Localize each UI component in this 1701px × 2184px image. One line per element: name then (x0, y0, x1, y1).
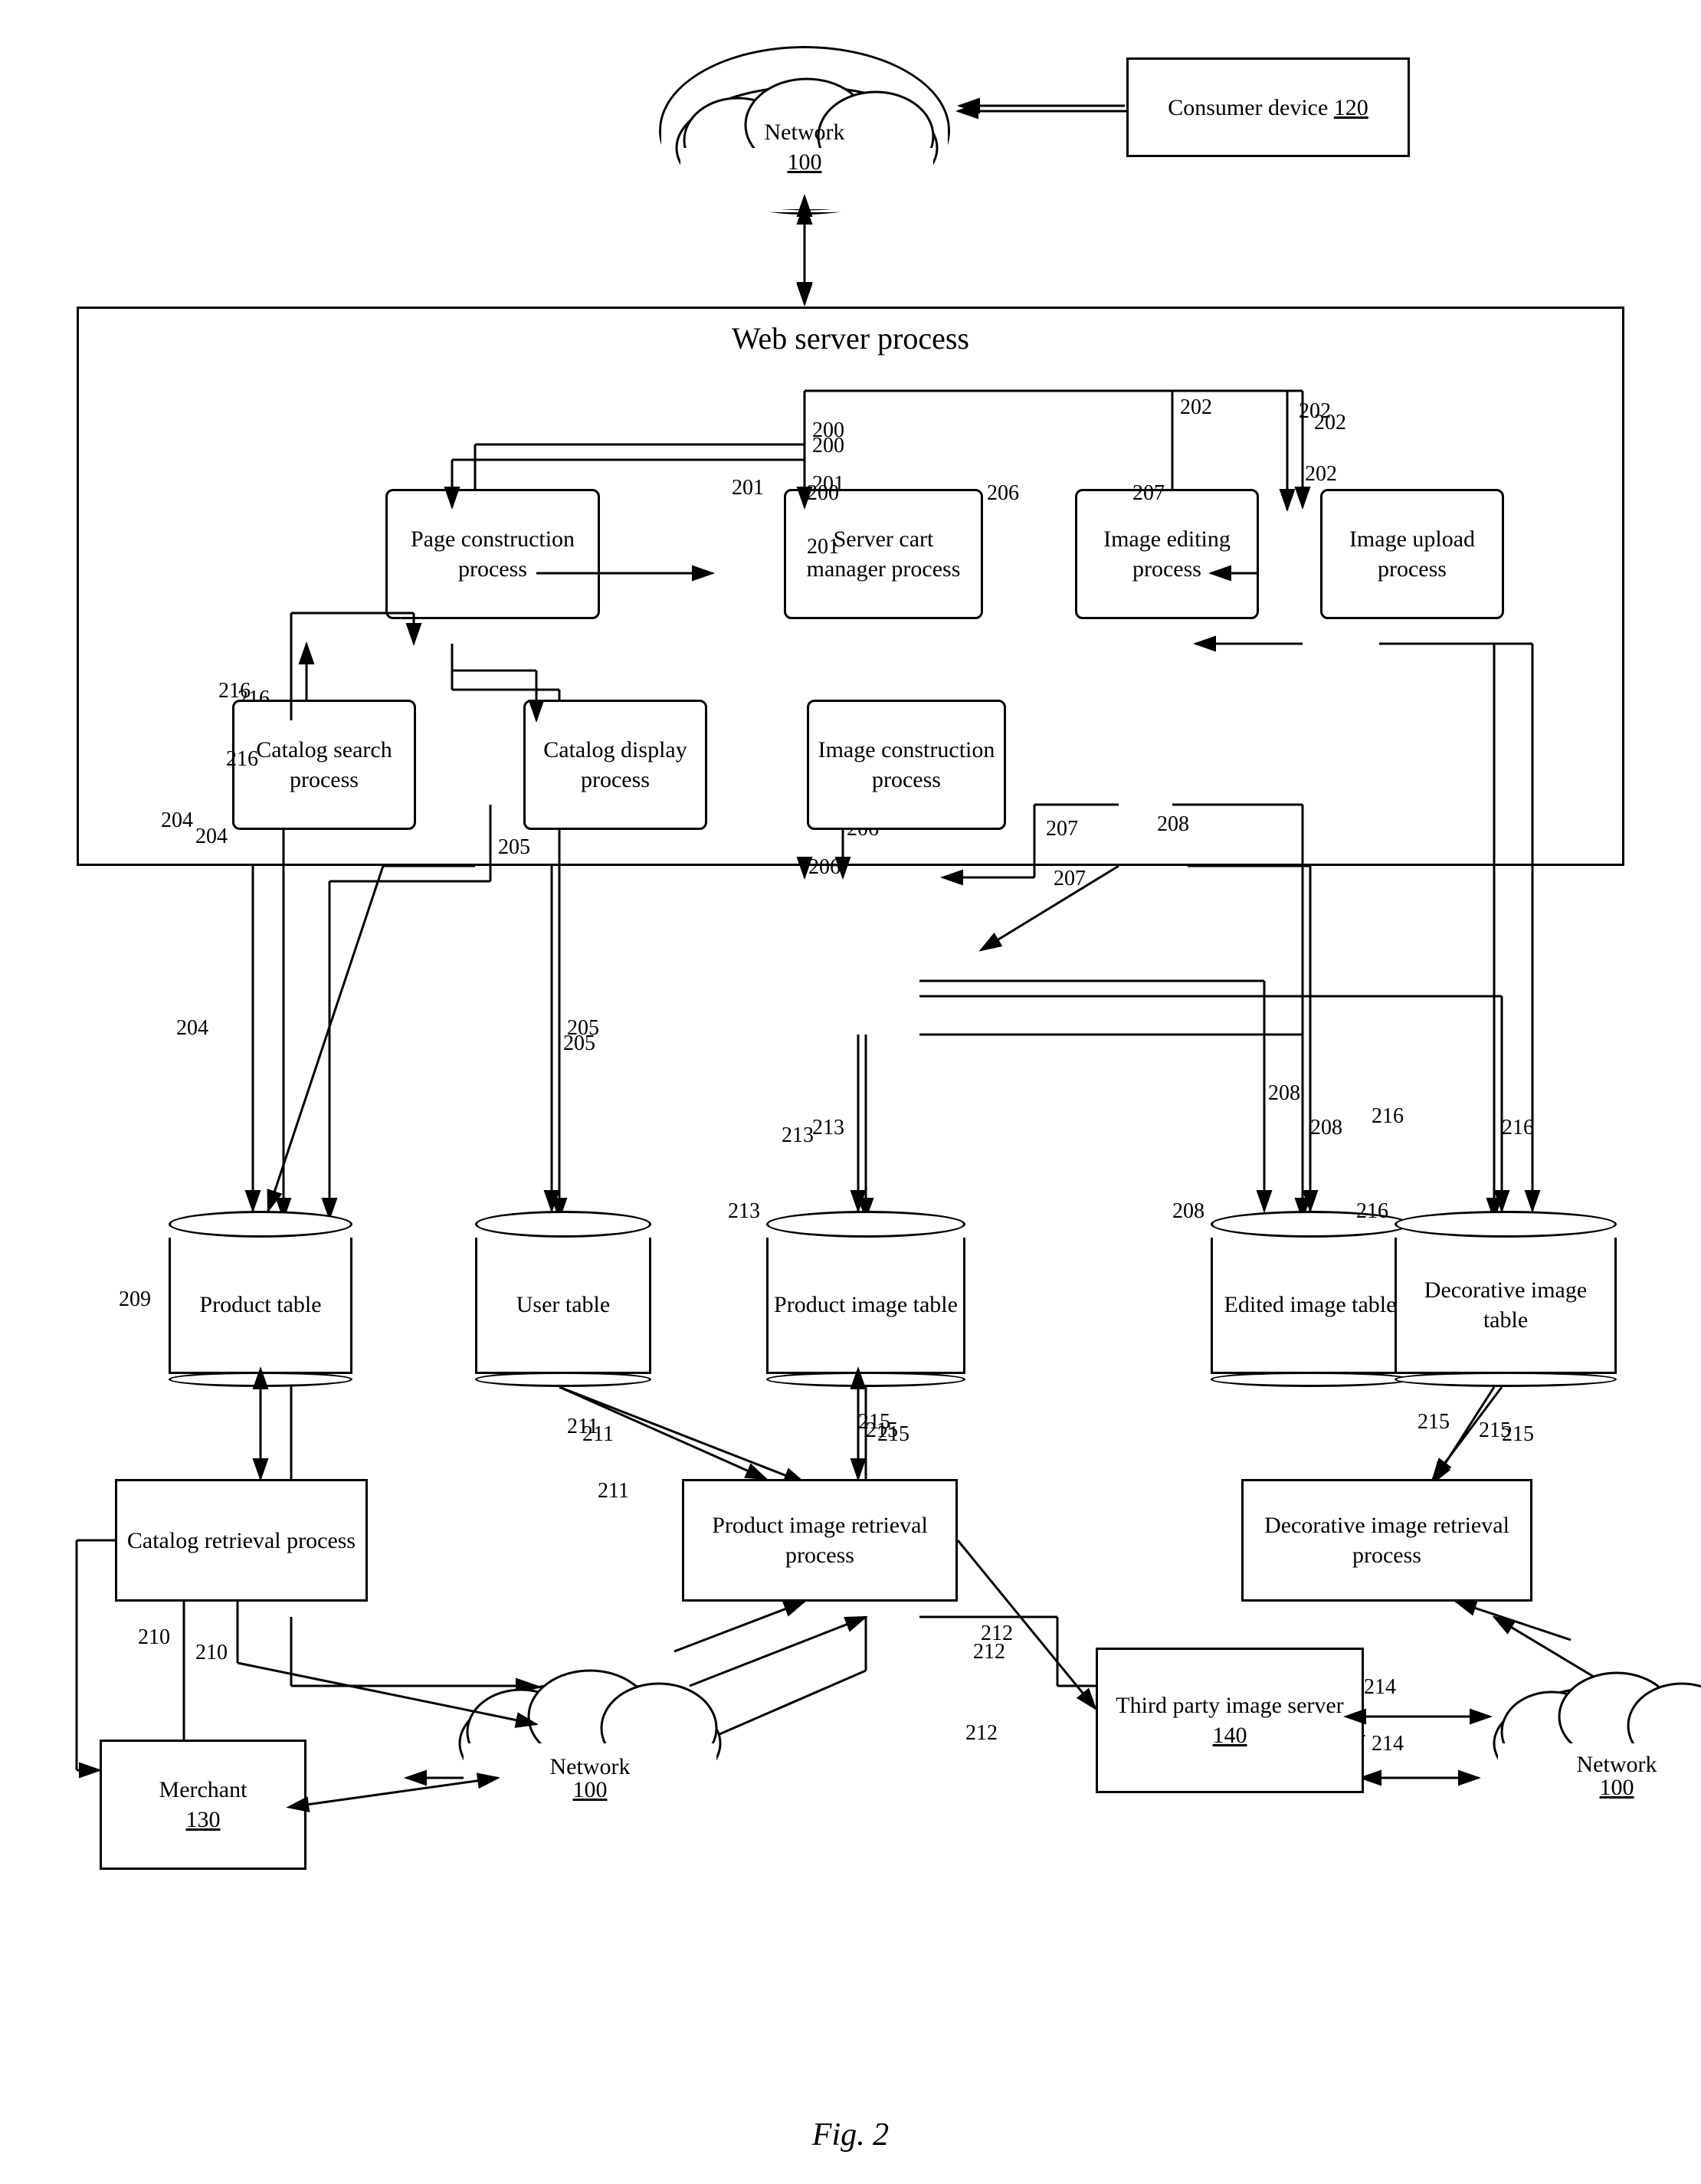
image-upload-box: Image upload process (1320, 489, 1504, 619)
label-216a: 216 (226, 747, 258, 772)
edited-image-table-cylinder: Edited image table (1211, 1211, 1410, 1387)
image-construction-label: Image construction process (817, 735, 996, 795)
product-table-cylinder: Product table (169, 1211, 352, 1387)
catalog-retrieval-label: Catalog retrieval process (127, 1526, 356, 1556)
svg-text:Network: Network (1577, 1752, 1657, 1777)
network-mid-cloud: Network 100 (444, 1632, 736, 1809)
product-image-retrieval-box: Product image retrieval process (682, 1479, 958, 1602)
label-213: 213 (728, 1199, 760, 1224)
web-server-box: Web server process Page construction pro… (77, 307, 1624, 866)
edited-image-table-label: Edited image table (1224, 1290, 1397, 1320)
label-201: 201 (807, 535, 839, 559)
svg-text:210: 210 (195, 1641, 228, 1664)
product-image-retrieval-label: Product image retrieval process (692, 1510, 948, 1570)
label-209: 209 (119, 1287, 151, 1312)
svg-text:204: 204 (176, 1016, 208, 1040)
catalog-display-box: Catalog display process (523, 700, 707, 830)
decorative-image-retrieval-box: Decorative image retrieval process (1241, 1479, 1532, 1602)
svg-text:Network: Network (550, 1754, 631, 1779)
product-image-table-cylinder: Product image table (766, 1211, 965, 1387)
merchant-box: Merchant 130 (100, 1740, 306, 1870)
third-party-ref: 140 (1213, 1720, 1247, 1750)
web-server-label: Web server process (79, 320, 1622, 356)
network-top-label: Network (661, 117, 948, 147)
consumer-device-box: Consumer device 120 (1126, 57, 1410, 157)
network-bottom-cloud: Network 100 (1479, 1632, 1701, 1809)
label-214: 214 (1372, 1732, 1404, 1756)
decorative-image-table-label: Decorative image table (1401, 1275, 1611, 1335)
svg-text:215: 215 (1479, 1418, 1511, 1442)
svg-text:210: 210 (138, 1625, 170, 1649)
third-party-box: Third party image server 140 (1096, 1648, 1364, 1793)
svg-text:215: 215 (1502, 1422, 1534, 1446)
label-206: 206 (987, 481, 1019, 506)
consumer-device-label: Consumer device 120 (1168, 93, 1368, 123)
third-party-label: Third party image server (1116, 1690, 1343, 1720)
label-200: 200 (807, 481, 839, 506)
label-208b: 208 (1172, 1199, 1204, 1224)
svg-text:100: 100 (1600, 1775, 1634, 1800)
catalog-search-box: Catalog search process (232, 700, 416, 830)
svg-text:216: 216 (1502, 1116, 1534, 1140)
merchant-label: Merchant (159, 1775, 247, 1805)
svg-text:214: 214 (1364, 1675, 1396, 1699)
label-207-inner: 207 (1132, 481, 1165, 506)
page-construction-label: Page construction process (395, 524, 590, 584)
label-202: 202 (1305, 462, 1337, 487)
catalog-search-label: Catalog search process (242, 735, 406, 795)
label-211: 211 (598, 1479, 629, 1504)
label-212: 212 (973, 1640, 1005, 1664)
catalog-display-label: Catalog display process (533, 735, 697, 795)
decorative-image-retrieval-label: Decorative image retrieval process (1251, 1510, 1522, 1570)
svg-text:213: 213 (782, 1123, 814, 1147)
decorative-image-table-cylinder: Decorative image table (1395, 1211, 1617, 1387)
network-top-cloud: Network 100 (659, 46, 950, 215)
image-editing-label: Image editing process (1085, 524, 1249, 584)
svg-text:100: 100 (573, 1777, 608, 1802)
image-upload-label: Image upload process (1330, 524, 1494, 584)
product-table-label: Product table (199, 1290, 321, 1320)
network-top-ref: 100 (661, 147, 948, 177)
catalog-retrieval-box: Catalog retrieval process (115, 1479, 368, 1602)
product-image-table-label: Product image table (774, 1290, 958, 1320)
page-construction-box: Page construction process (385, 489, 600, 619)
svg-text:213: 213 (812, 1116, 844, 1140)
label-215b: 215 (1418, 1410, 1450, 1435)
label-215a: 215 (858, 1410, 890, 1435)
image-editing-box: Image editing process (1075, 489, 1259, 619)
diagram: 200 201 202 202 216 204 206 (0, 0, 1701, 2184)
fig-caption: Fig. 2 (0, 2117, 1701, 2153)
merchant-ref: 130 (186, 1805, 221, 1835)
svg-text:211: 211 (582, 1422, 614, 1446)
user-table-cylinder: User table (475, 1211, 651, 1387)
image-construction-box: Image construction process (807, 700, 1006, 830)
svg-text:205: 205 (567, 1016, 599, 1040)
svg-text:208: 208 (1310, 1116, 1342, 1140)
svg-text:211: 211 (567, 1415, 598, 1438)
label-208: 208 (1157, 812, 1189, 837)
user-table-label: User table (516, 1290, 610, 1320)
svg-text:216: 216 (1372, 1104, 1404, 1128)
label-205: 205 (498, 835, 530, 860)
label-216b: 216 (1356, 1199, 1388, 1224)
svg-text:207: 207 (1054, 867, 1086, 890)
label-204: 204 (161, 808, 193, 833)
svg-text:205: 205 (563, 1031, 595, 1055)
svg-text:208: 208 (1268, 1081, 1300, 1105)
svg-text:212: 212 (965, 1721, 998, 1745)
